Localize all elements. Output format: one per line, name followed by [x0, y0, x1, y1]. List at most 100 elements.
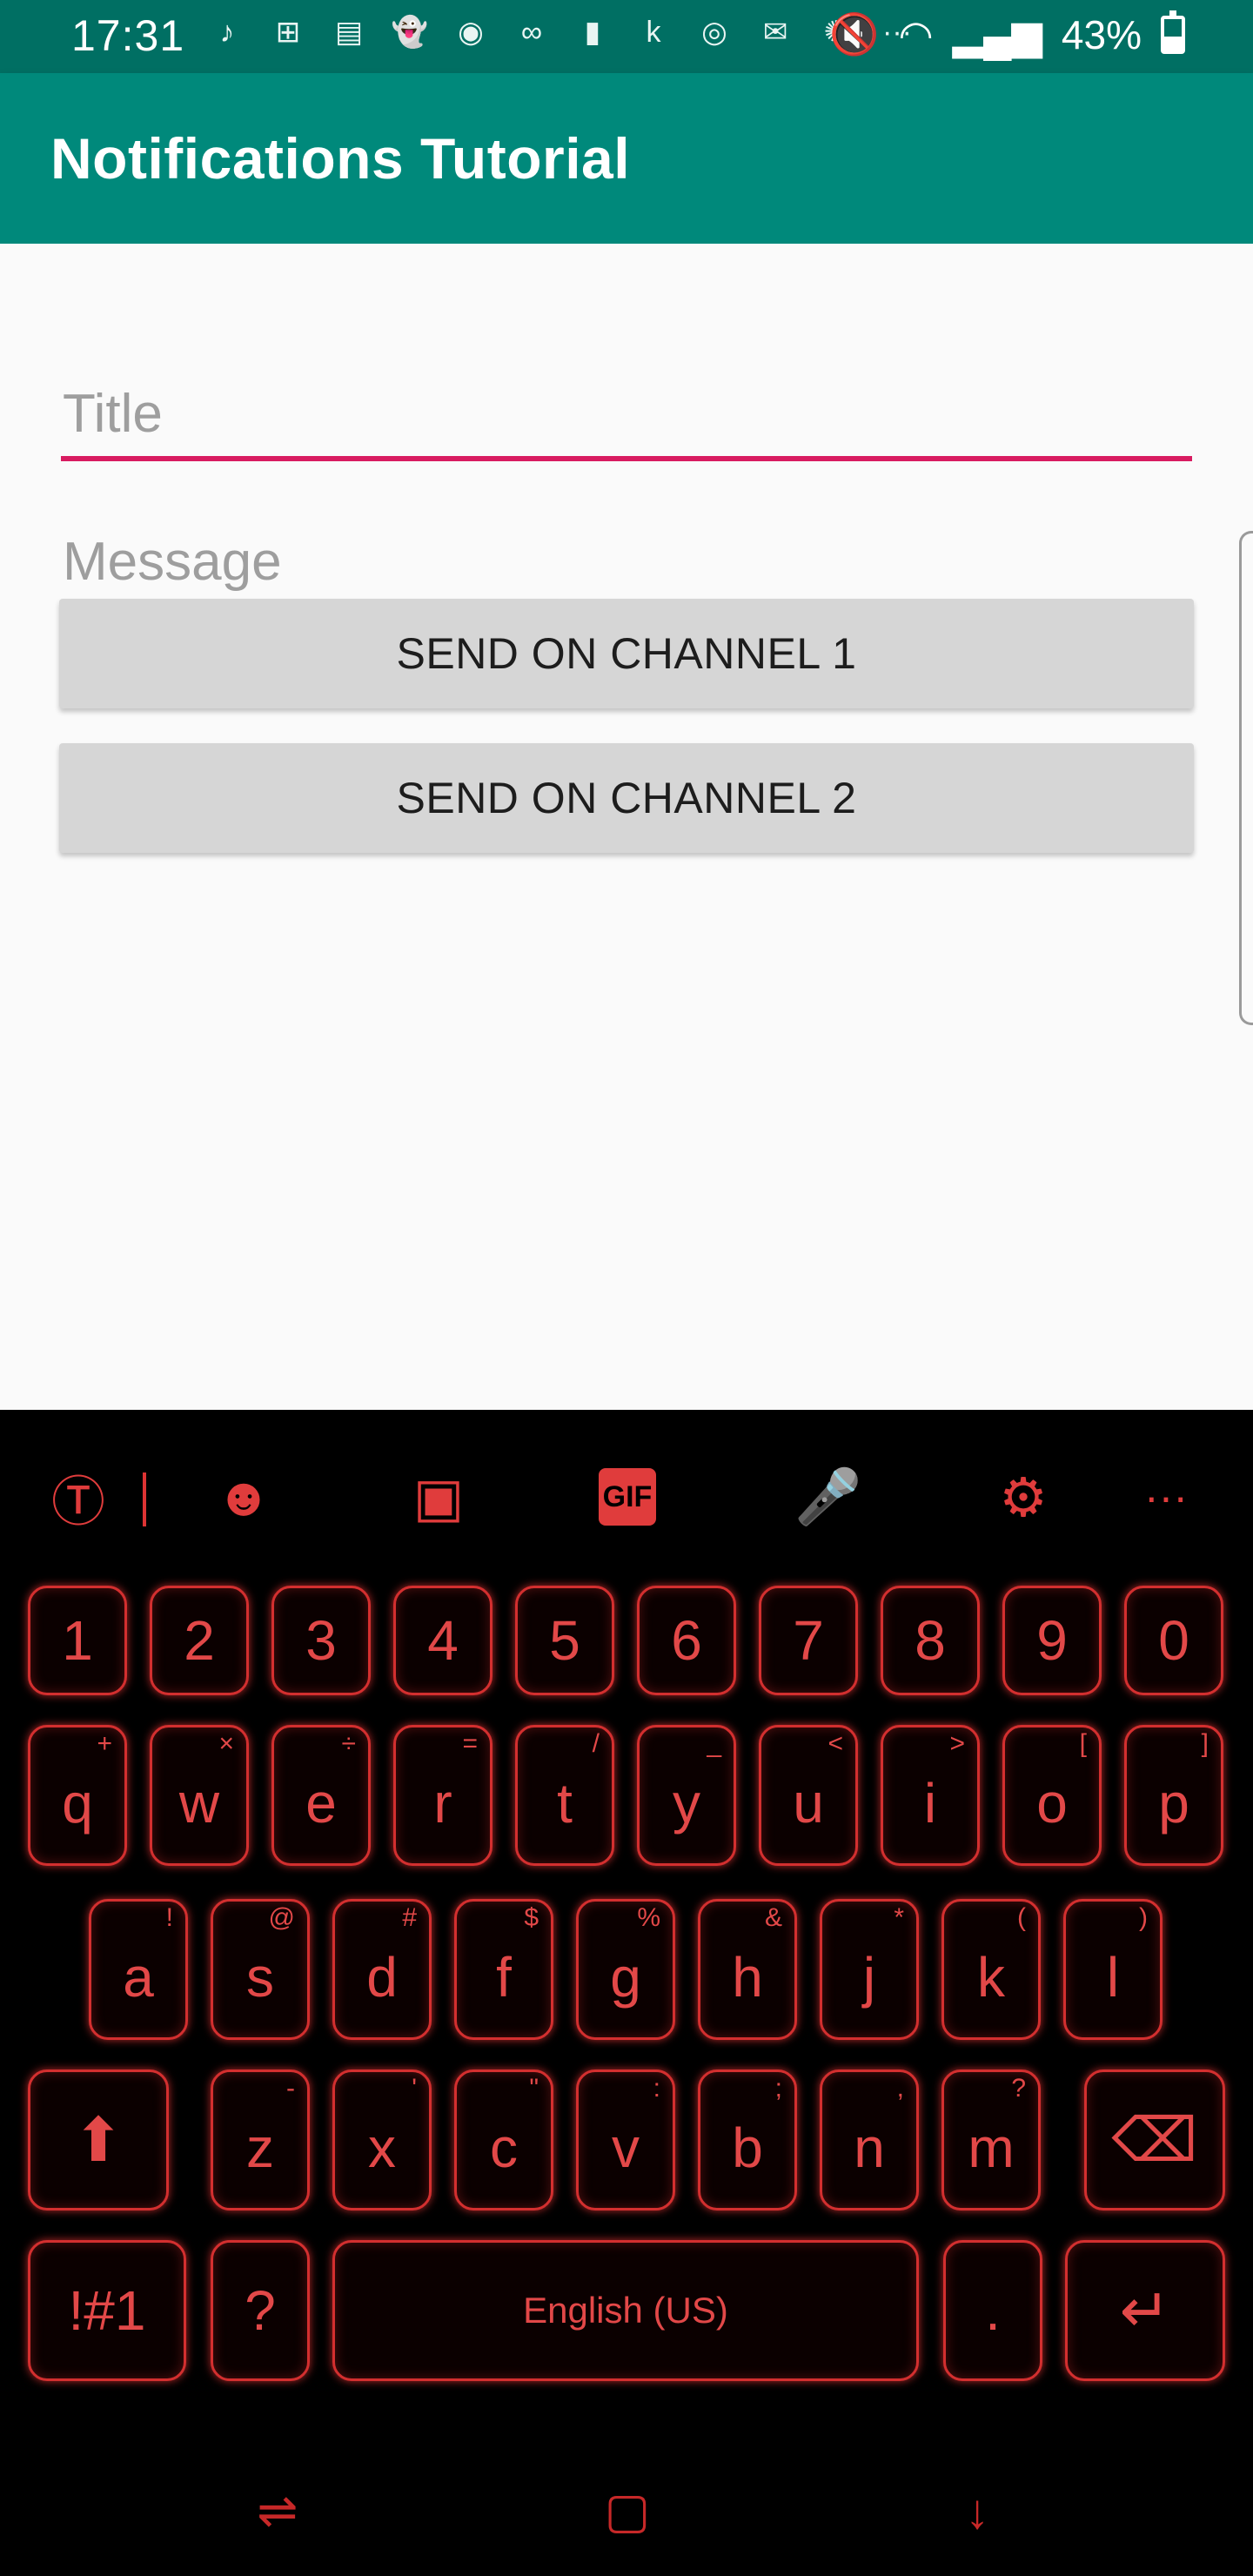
symbols-key[interactable]: !#1 [28, 2240, 186, 2381]
instagram-icon: ◎ [701, 16, 727, 49]
title-field[interactable] [61, 366, 1192, 461]
recents-icon[interactable]: ⇌ [247, 2480, 308, 2541]
key-b[interactable]: b; [698, 2070, 797, 2210]
key-i[interactable]: i > [881, 1725, 980, 1866]
key-l[interactable]: l) [1063, 1899, 1163, 2040]
space-key[interactable]: English (US) [332, 2240, 919, 2381]
edge-panel-handle[interactable] [1239, 531, 1253, 1025]
backspace-key[interactable]: ⌫ [1084, 2070, 1225, 2210]
key-s-label: s [246, 1946, 274, 2009]
key-o[interactable]: o[ [1002, 1725, 1102, 1866]
key-0-label: 0 [1158, 1609, 1189, 1672]
key-k[interactable]: k( [941, 1899, 1041, 2040]
period-key[interactable]: . [943, 2240, 1042, 2381]
key-4[interactable]: 4 [393, 1586, 492, 1695]
square-icon: ▮ [584, 16, 601, 49]
status-right: 🔇 ◠ ▂▄▆ 43% [829, 10, 1185, 58]
send-channel-1-button[interactable]: SEND ON CHANNEL 1 [59, 599, 1194, 708]
key-j-label: j [862, 1946, 876, 2009]
key-r[interactable]: r = [393, 1725, 492, 1866]
home-icon[interactable]: ▢ [597, 2480, 658, 2541]
back-icon[interactable]: ↓ [947, 2480, 1008, 2541]
music-note-icon: ♪ [219, 15, 235, 49]
key-b-label: b [732, 2116, 763, 2179]
key-j[interactable]: j * [820, 1899, 919, 2040]
key-7-label: 7 [793, 1609, 824, 1672]
key-o-secondary: [ [1079, 1729, 1087, 1758]
key-w[interactable]: w × [150, 1725, 249, 1866]
signal-icon: ▂▄▆ [952, 11, 1042, 57]
key-3-label: 3 [305, 1609, 337, 1672]
enter-key[interactable]: ↵ [1065, 2240, 1225, 2381]
key-t[interactable]: t / [515, 1725, 614, 1866]
title-input[interactable] [61, 366, 1192, 461]
key-p[interactable]: p] [1124, 1725, 1223, 1866]
key-v[interactable]: v: [576, 2070, 675, 2210]
key-i-secondary: > [949, 1729, 965, 1758]
ghost-icon: 👻 [391, 16, 429, 49]
message-input[interactable] [61, 513, 1192, 609]
key-6[interactable]: 6 [637, 1586, 736, 1695]
key-s-secondary: @ [268, 1903, 295, 1932]
image-icon: ▤ [334, 16, 364, 49]
key-x[interactable]: x ' [332, 2070, 432, 2210]
navigation-bar: ⇌ ▢ ↓ [0, 2437, 1253, 2576]
key-4-label: 4 [427, 1609, 459, 1672]
key-6-label: 6 [671, 1609, 702, 1672]
key-e[interactable]: e ÷ [271, 1725, 371, 1866]
key-e-secondary: ÷ [341, 1729, 356, 1758]
email-icon: ✉ [762, 16, 788, 49]
gif-icon[interactable]: GIF [599, 1468, 656, 1526]
key-y[interactable]: y _ [637, 1725, 736, 1866]
more-icon[interactable]: ··· [1131, 1462, 1201, 1532]
key-f-label: f [496, 1946, 512, 2009]
key-q-label: q [62, 1772, 93, 1835]
key-5[interactable]: 5 [515, 1586, 614, 1695]
translate-icon[interactable]: Ⓣ [44, 1462, 113, 1533]
key-q[interactable]: q + [28, 1725, 127, 1866]
sticker-icon[interactable]: ▣ [404, 1462, 473, 1532]
key-z[interactable]: z- [211, 2070, 310, 2210]
key-q-secondary: + [97, 1729, 112, 1758]
key-2[interactable]: 2 [150, 1586, 249, 1695]
key-c-label: c [490, 2116, 518, 2179]
mic-icon[interactable]: 🎤 [794, 1462, 863, 1532]
key-u[interactable]: u < [759, 1725, 858, 1866]
key-h-secondary: & [764, 1903, 782, 1932]
emoji-icon[interactable]: ☻ [209, 1462, 278, 1532]
key-p-label: p [1158, 1772, 1189, 1835]
key-7[interactable]: 7 [759, 1586, 858, 1695]
mute-icon: 🔇 [829, 11, 880, 57]
status-bar: 17:31 ♪ ⊞ ▤ 👻 ◉ ∞ ▮ k ◎ ✉ ✺ ··· 🔇 ◠ ▂▄▆ 43% [0, 0, 1253, 73]
key-a[interactable]: a! [89, 1899, 188, 2040]
key-f[interactable]: f $ [454, 1899, 553, 2040]
shift-key[interactable]: ⬆ [28, 2070, 169, 2210]
key-h[interactable]: h & [698, 1899, 797, 2040]
key-0[interactable]: 0 [1124, 1586, 1223, 1695]
key-x-secondary: ' [412, 2074, 417, 2103]
key-s[interactable]: s @ [211, 1899, 310, 2040]
settings-icon[interactable]: ⚙ [988, 1462, 1058, 1532]
key-3[interactable]: 3 [271, 1586, 371, 1695]
key-f-secondary: $ [524, 1903, 539, 1932]
key-1[interactable]: 1 [28, 1586, 127, 1695]
space-key-label: English (US) [523, 2290, 728, 2331]
key-c[interactable]: c " [454, 2070, 553, 2210]
keyboard: Ⓣ ☻ ▣ GIF 🎤 ⚙ ··· 1 2 3 4 5 6 7 8 9 0 q + w × e ÷ r = t / y _… [0, 1410, 1253, 2576]
notification-icons: ♪ ⊞ ▤ 👻 ◉ ∞ ▮ k ◎ ✉ ✺ ··· [207, 12, 917, 52]
key-z-secondary: - [286, 2074, 295, 2103]
question-key[interactable]: ? [211, 2240, 310, 2381]
key-a-secondary: ! [165, 1903, 173, 1932]
key-n[interactable]: n, [820, 2070, 919, 2210]
message-field[interactable] [61, 513, 1192, 609]
key-a-label: a [123, 1946, 154, 2009]
key-m[interactable]: m? [941, 2070, 1041, 2210]
key-9[interactable]: 9 [1002, 1586, 1102, 1695]
voicemail-icon: ∞ [520, 15, 543, 49]
send-channel-2-button[interactable]: SEND ON CHANNEL 2 [59, 743, 1194, 853]
key-8[interactable]: 8 [881, 1586, 980, 1695]
key-d[interactable]: d # [332, 1899, 432, 2040]
key-g-secondary: % [637, 1903, 660, 1932]
cards-icon: ⊞ [275, 16, 301, 49]
key-g[interactable]: g% [576, 1899, 675, 2040]
